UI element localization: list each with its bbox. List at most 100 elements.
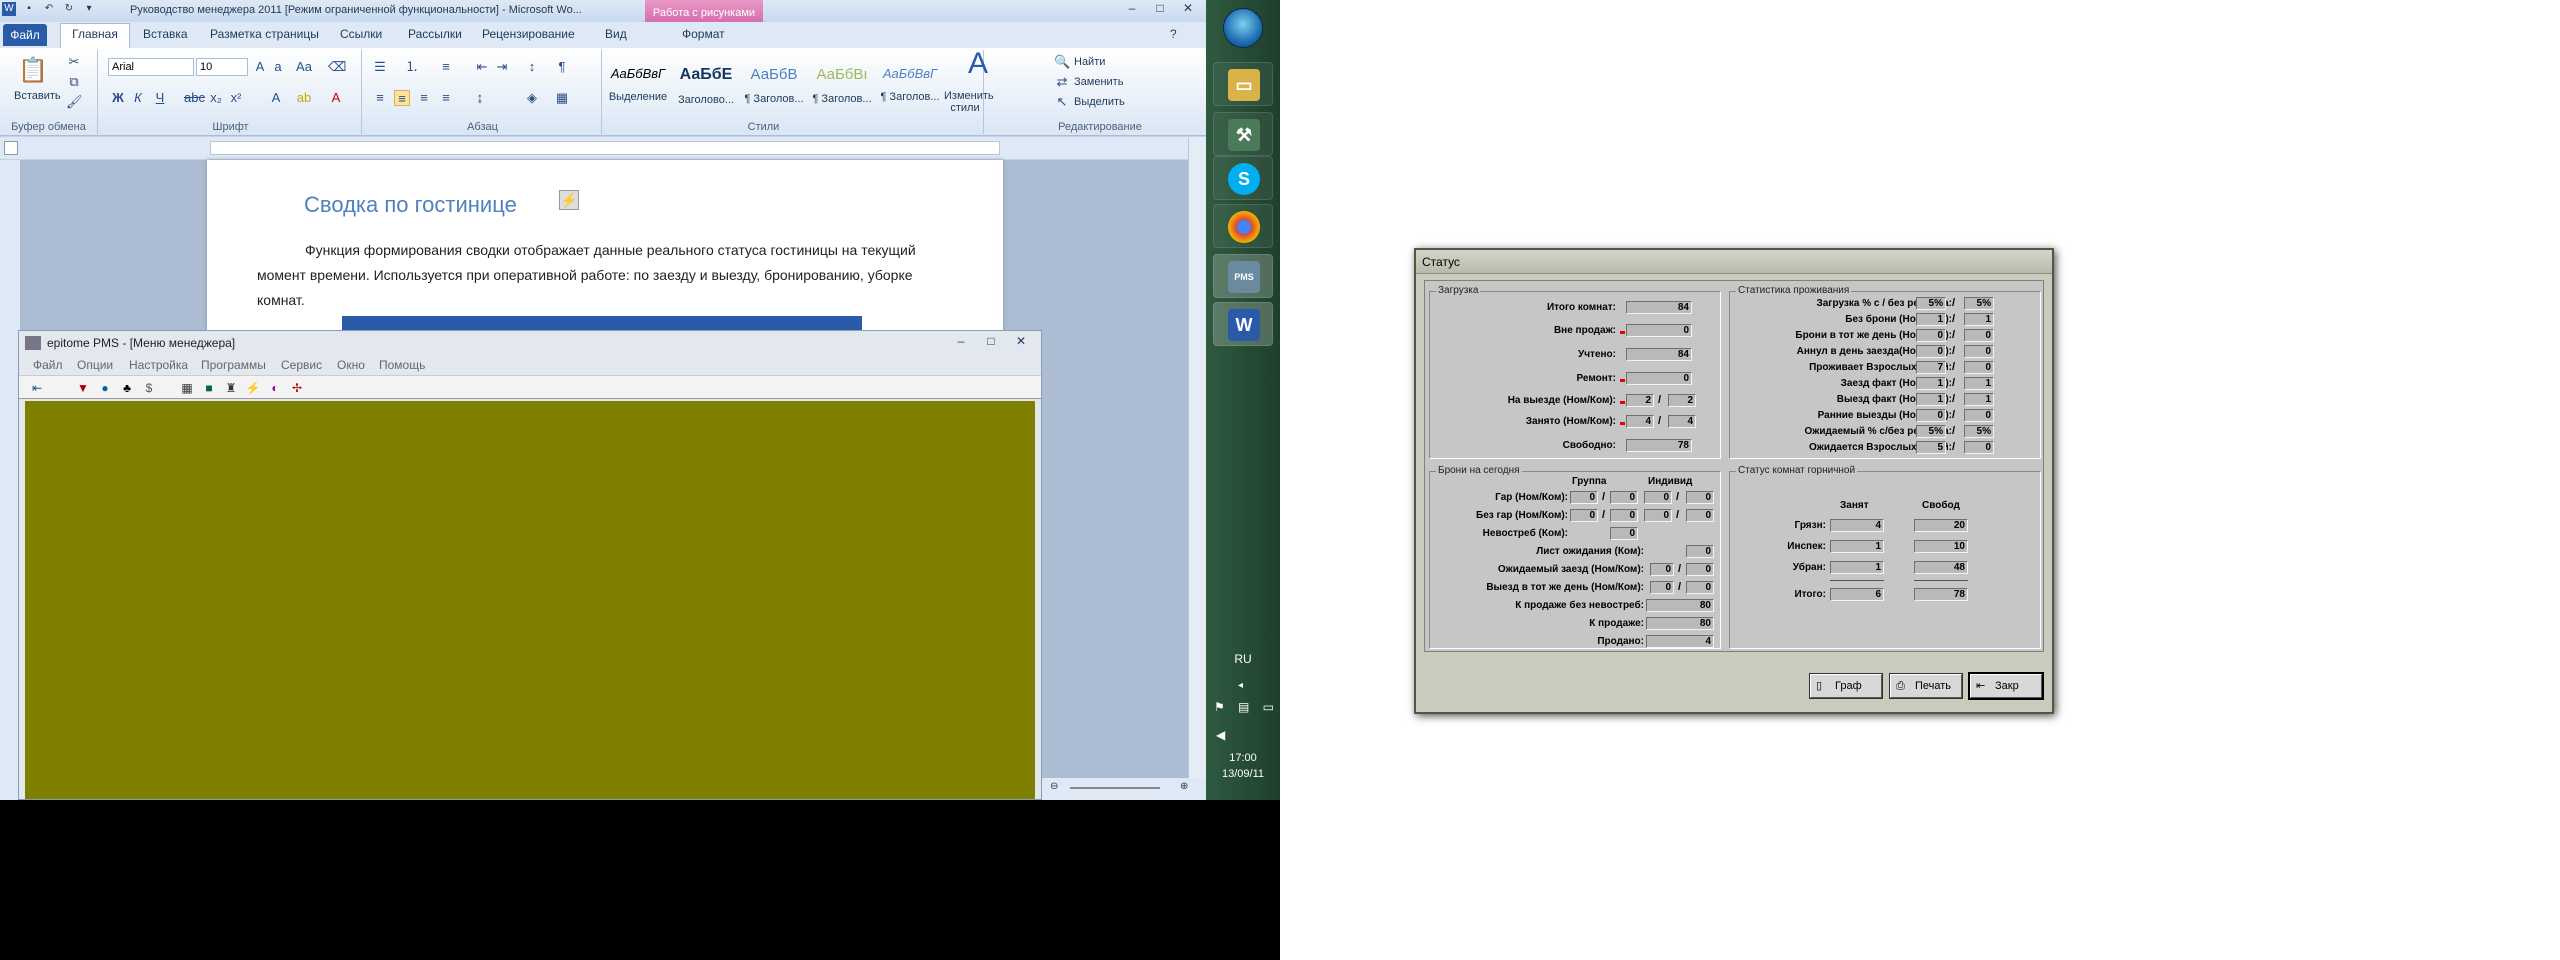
superscript-icon[interactable]: x² xyxy=(228,90,244,106)
zoom-slider[interactable] xyxy=(1070,787,1160,789)
tab-references[interactable]: Ссылки xyxy=(340,27,382,41)
save-icon[interactable]: ▪ xyxy=(22,2,36,16)
guests-icon[interactable]: ♣ xyxy=(119,380,135,396)
replace-button[interactable]: Заменить xyxy=(1074,76,1123,88)
align-right-icon[interactable]: ≡ xyxy=(416,90,432,106)
help-icon[interactable]: ? xyxy=(1170,27,1177,41)
highlight-icon[interactable]: ab xyxy=(296,90,312,106)
pms-close-button[interactable]: ✕ xyxy=(1007,333,1035,351)
taskbar-word[interactable]: W xyxy=(1213,302,1273,346)
exit-icon[interactable]: ⇤ xyxy=(29,380,45,396)
italic-icon[interactable]: К xyxy=(130,90,146,106)
shading-icon[interactable]: ◈ xyxy=(524,90,540,106)
align-left-icon[interactable]: ≡ xyxy=(372,90,388,106)
pms-minimize-button[interactable]: – xyxy=(947,333,975,351)
graph-button[interactable]: ▯ Граф xyxy=(1809,673,1883,699)
line-spacing-icon[interactable]: ↨ xyxy=(472,90,488,106)
globe-icon[interactable]: ● xyxy=(97,380,113,396)
ruler-bar[interactable] xyxy=(210,141,1000,155)
decrease-indent-icon[interactable]: ⇤ xyxy=(474,59,490,75)
tab-insert[interactable]: Вставка xyxy=(143,27,188,41)
tab-selector-icon[interactable] xyxy=(4,141,18,155)
clear-format-icon[interactable]: ⌫ xyxy=(328,59,346,75)
paste-button-label[interactable]: Вставить xyxy=(14,90,61,102)
font-color-icon[interactable]: A xyxy=(328,90,344,106)
find-button[interactable]: Найти xyxy=(1074,56,1105,68)
menu-programs[interactable]: Программы xyxy=(201,358,266,372)
style-emphasis[interactable]: АаБбВвГ Выделение xyxy=(606,56,670,114)
cut-icon[interactable]: ✂ xyxy=(66,54,82,70)
minimize-button[interactable]: – xyxy=(1118,0,1146,18)
style-heading1[interactable]: АаБбЕ Заголово... xyxy=(674,56,738,114)
info-icon[interactable]: ◐ xyxy=(267,380,283,396)
settings-icon[interactable]: ✢ xyxy=(289,380,305,396)
menu-file[interactable]: Файл xyxy=(33,358,63,372)
find-icon[interactable]: 🔍 xyxy=(1054,54,1070,70)
clock-date[interactable]: 13/09/11 xyxy=(1206,768,1280,780)
underline-icon[interactable]: Ч xyxy=(152,90,168,106)
taskbar-chrome[interactable] xyxy=(1213,204,1273,248)
justify-icon[interactable]: ≡ xyxy=(438,90,454,106)
redo-icon[interactable]: ↻ xyxy=(62,2,76,16)
volume-icon[interactable]: ◀ xyxy=(1216,728,1225,742)
room-rack-icon[interactable]: ▦ xyxy=(179,380,195,396)
tab-page-layout[interactable]: Разметка страницы xyxy=(210,27,319,41)
font-name-combo[interactable]: Arial xyxy=(108,58,194,76)
borders-icon[interactable]: ▦ xyxy=(554,90,570,106)
tab-review[interactable]: Рецензирование xyxy=(482,27,575,41)
close-button[interactable]: ⇤ Закр xyxy=(1968,672,2044,700)
style-heading4[interactable]: АаБбВвГ ¶ Заголов... xyxy=(878,56,942,114)
pms-maximize-button[interactable]: □ xyxy=(977,333,1005,351)
tab-mailings[interactable]: Рассылки xyxy=(408,27,462,41)
change-styles-icon[interactable]: A xyxy=(948,49,1008,86)
zoom-in-icon[interactable]: ⊕ xyxy=(1180,781,1188,792)
tab-home[interactable]: Главная xyxy=(60,23,130,48)
numbering-icon[interactable]: ⒈ xyxy=(404,59,420,75)
language-indicator[interactable]: RU xyxy=(1206,652,1280,666)
customize-qa-icon[interactable]: ▾ xyxy=(82,2,96,16)
status-lightning-icon[interactable]: ⚡ xyxy=(245,380,261,396)
vertical-scrollbar[interactable] xyxy=(1188,137,1206,797)
monitor-icon[interactable]: ■ xyxy=(201,380,217,396)
network-icon[interactable]: ▤ xyxy=(1238,700,1249,720)
housekeeping-icon[interactable]: ♜ xyxy=(223,380,239,396)
undo-icon[interactable]: ↶ xyxy=(42,2,56,16)
shrink-font-icon[interactable]: a xyxy=(270,59,286,75)
tab-format[interactable]: Формат xyxy=(682,27,725,41)
reservation-icon[interactable]: ▼ xyxy=(75,380,91,396)
menu-help[interactable]: Помощь xyxy=(379,358,425,372)
taskbar-skype[interactable]: S xyxy=(1213,156,1273,200)
strikethrough-icon[interactable]: abc xyxy=(184,90,205,106)
change-case-icon[interactable]: Aa xyxy=(296,59,312,75)
menu-window[interactable]: Окно xyxy=(337,358,365,372)
menu-service[interactable]: Сервис xyxy=(281,358,322,372)
select-icon[interactable]: ↖ xyxy=(1054,94,1070,110)
tab-file[interactable]: Файл xyxy=(3,24,47,46)
replace-icon[interactable]: ⇄ xyxy=(1054,74,1070,90)
bold-icon[interactable]: Ж xyxy=(110,90,126,106)
menu-options[interactable]: Опции xyxy=(77,358,113,372)
paste-icon[interactable]: 📋 xyxy=(18,56,48,86)
taskbar-pms[interactable]: PMS xyxy=(1213,254,1273,298)
grow-font-icon[interactable]: A xyxy=(252,59,268,75)
copy-icon[interactable]: ⧉ xyxy=(66,74,82,90)
close-button[interactable]: ✕ xyxy=(1174,0,1202,18)
sort-icon[interactable]: ↕ xyxy=(524,59,540,75)
taskbar-tools[interactable]: ⚒ xyxy=(1213,112,1273,156)
bullets-icon[interactable]: ☰ xyxy=(372,59,388,75)
style-heading3[interactable]: АаБбВı ¶ Заголов... xyxy=(810,56,874,114)
clock-time[interactable]: 17:00 xyxy=(1206,752,1280,764)
print-button[interactable]: ⎙ Печать xyxy=(1889,673,1963,699)
style-heading2[interactable]: АаБбВ ¶ Заголов... xyxy=(742,56,806,114)
maximize-button[interactable]: □ xyxy=(1146,0,1174,18)
format-painter-icon[interactable]: 🖌 xyxy=(66,94,83,110)
subscript-icon[interactable]: x₂ xyxy=(208,90,224,106)
select-button[interactable]: Выделить xyxy=(1074,96,1125,108)
show-marks-icon[interactable]: ¶ xyxy=(554,59,570,75)
start-button[interactable] xyxy=(1223,8,1263,48)
increase-indent-icon[interactable]: ⇥ xyxy=(494,59,510,75)
zoom-out-icon[interactable]: ⊖ xyxy=(1050,781,1058,792)
cash-icon[interactable]: $ xyxy=(141,380,157,396)
tray-expand-icon[interactable]: ◂ xyxy=(1238,680,1243,691)
display-icon[interactable]: ▭ xyxy=(1263,700,1274,720)
